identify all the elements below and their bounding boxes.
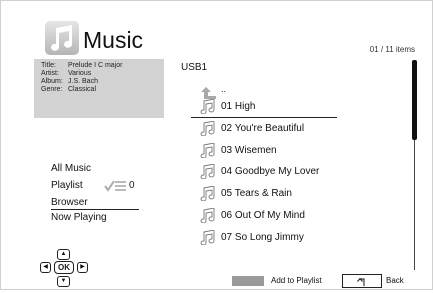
track-name: 05 Tears & Rain [221, 188, 292, 199]
track-name: 07 So Long Jimmy [221, 232, 304, 243]
track-name: 04 Goodbye My Lover [221, 166, 320, 177]
back-key-icon [342, 274, 382, 288]
info-artist: Artist: Various [41, 70, 91, 78]
track-name: 02 You're Beautiful [221, 123, 305, 134]
menu-selection-underline [51, 209, 139, 210]
parent-folder-label[interactable]: .. [221, 84, 226, 94]
info-title-label: Title: [41, 62, 56, 69]
music-note-icon [200, 208, 215, 223]
menu-item-all-music[interactable]: All Music [51, 163, 91, 174]
info-genre: Genre: Classical [41, 86, 96, 94]
info-album-value: J.S. Bach [68, 78, 98, 85]
music-note-icon [200, 186, 215, 201]
page-title: Music [83, 27, 144, 53]
menu-item-playlist[interactable]: Playlist [51, 180, 83, 191]
track-name: 01 High [221, 101, 256, 112]
dpad-right-icon[interactable]: ▶ [77, 262, 88, 273]
music-note-icon [200, 99, 215, 114]
scrollbar-thumb[interactable] [412, 60, 417, 140]
playlist-count: 0 [129, 180, 135, 191]
item-counter: 01 / 11 items [369, 45, 415, 54]
gray-key-icon [232, 276, 264, 286]
dpad-left-icon[interactable]: ◀ [40, 262, 51, 273]
track-info-panel: Title: Prelude I C major Artist: Various A… [34, 59, 164, 118]
info-album: Album: J.S. Bach [41, 78, 98, 86]
info-artist-value: Various [68, 70, 92, 77]
track-name: 06 Out Of My Mind [221, 210, 305, 221]
music-note-icon [45, 21, 79, 55]
dpad-up-icon[interactable]: ▲ [57, 249, 70, 260]
track-name: 03 Wisemen [221, 145, 277, 156]
info-genre-label: Genre: [41, 86, 63, 93]
info-album-label: Album: [41, 78, 63, 85]
music-note-icon [200, 121, 215, 136]
dpad-down-icon[interactable]: ▼ [57, 276, 70, 287]
menu-item-now-playing[interactable]: Now Playing [51, 212, 107, 223]
dpad-ok-button[interactable]: OK [54, 261, 74, 274]
music-note-icon [200, 230, 215, 245]
selection-underline [191, 117, 337, 118]
add-to-playlist-hint[interactable]: Add to Playlist [271, 276, 322, 285]
music-note-icon [200, 143, 215, 158]
return-arrow-icon [357, 277, 365, 286]
back-button[interactable]: Back [386, 276, 404, 285]
info-artist-label: Artist: [41, 70, 59, 77]
playlist-check-icon [104, 180, 126, 192]
info-title-value: Prelude I C major [68, 62, 123, 69]
source-label: USB1 [181, 62, 208, 73]
info-genre-value: Classical [68, 86, 97, 93]
folder-up-icon[interactable] [201, 87, 217, 99]
info-title: Title: Prelude I C major [41, 62, 122, 70]
music-note-icon [200, 164, 215, 179]
menu-item-browser[interactable]: Browser [51, 197, 88, 208]
